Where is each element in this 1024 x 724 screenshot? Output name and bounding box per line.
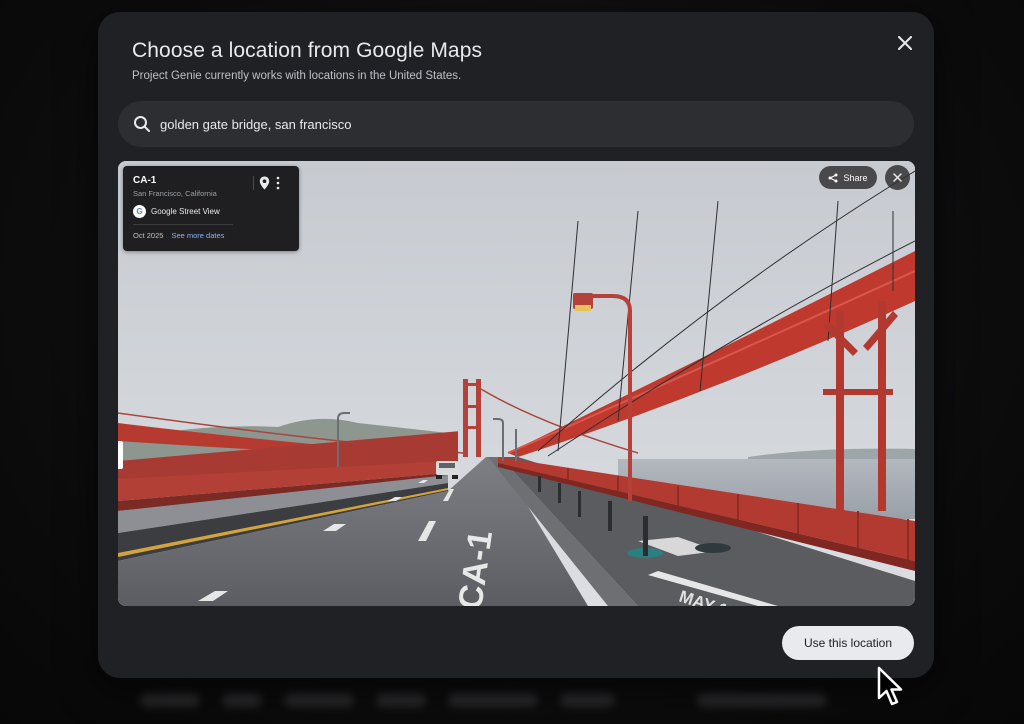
panorama-left-handle[interactable] bbox=[118, 441, 123, 469]
location-search-bar[interactable] bbox=[118, 101, 914, 147]
street-view-close-button[interactable] bbox=[885, 165, 910, 190]
close-icon bbox=[898, 36, 912, 50]
mouse-pointer-icon bbox=[877, 666, 903, 706]
info-card-vertical-divider bbox=[253, 176, 254, 190]
see-more-dates-link[interactable]: See more dates bbox=[171, 231, 224, 240]
close-icon bbox=[893, 173, 902, 182]
search-icon bbox=[132, 114, 152, 134]
google-logo-icon: G bbox=[133, 205, 146, 218]
share-label: Share bbox=[843, 172, 868, 183]
capture-date-row: Oct 2025 See more dates bbox=[133, 231, 289, 240]
capture-date: Oct 2025 bbox=[133, 231, 164, 240]
share-button[interactable]: Share bbox=[819, 166, 877, 189]
dialog-title: Choose a location from Google Maps bbox=[132, 39, 483, 62]
location-pin-icon[interactable] bbox=[259, 176, 270, 195]
info-card-divider bbox=[133, 224, 233, 225]
share-icon bbox=[828, 173, 838, 182]
street-view-panorama[interactable]: CA-1 MAY 15 CA-1 San Francisco, Californ… bbox=[118, 161, 915, 606]
provider-label: Google Street View bbox=[151, 207, 220, 216]
location-picker-dialog: Choose a location from Google Maps Proje… bbox=[98, 12, 934, 678]
search-input[interactable] bbox=[160, 116, 880, 132]
dialog-subtitle: Project Genie currently works with locat… bbox=[132, 70, 462, 82]
dialog-close-button[interactable] bbox=[892, 30, 918, 56]
more-options-icon[interactable] bbox=[276, 176, 280, 195]
street-view-info-card: CA-1 San Francisco, California G Google … bbox=[123, 166, 299, 251]
provider-row: G Google Street View bbox=[133, 205, 289, 218]
use-this-location-button[interactable]: Use this location bbox=[782, 626, 914, 660]
blurred-background-toolbar bbox=[140, 680, 900, 720]
